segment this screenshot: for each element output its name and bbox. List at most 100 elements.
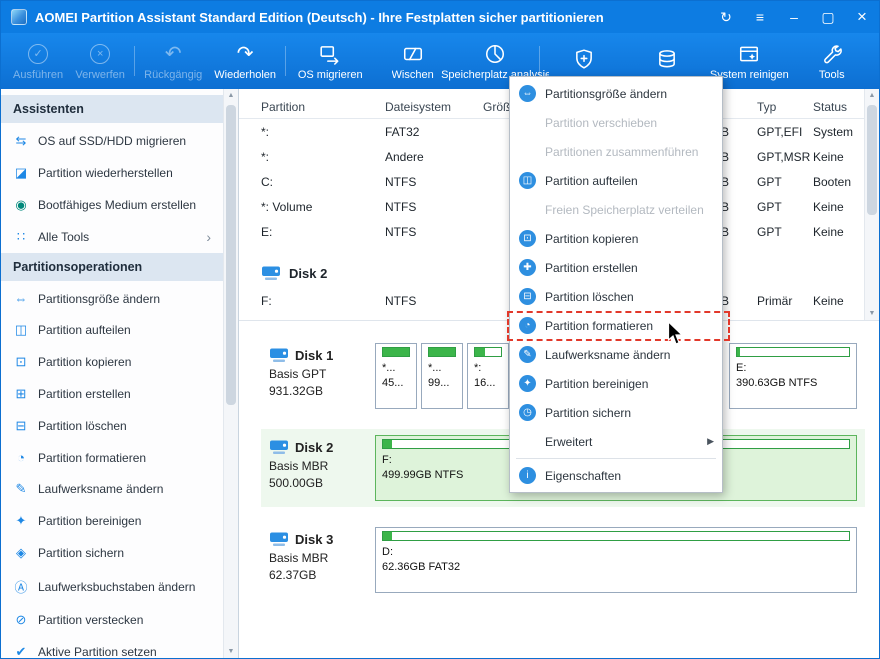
- close-button[interactable]: ×: [845, 1, 879, 33]
- toolbar-button-migrate-os[interactable]: OS migrieren: [289, 36, 371, 86]
- clean-system-icon: [738, 42, 760, 66]
- sidebar-item-partition-sichern[interactable]: ◈ Partition sichern: [1, 537, 223, 569]
- cell-typ: GPT: [757, 224, 782, 239]
- partition-löschen-icon: ⊟: [519, 288, 536, 305]
- disk-info-disk-1[interactable]: Disk 1 Basis GPT 931.32GB: [269, 343, 363, 409]
- body: Assistenten ⇆ OS auf SSD/HDD migrieren ◪ Par…: [1, 89, 879, 658]
- scroll-down-icon[interactable]: ▼: [865, 310, 879, 317]
- toolbar-button-label: OS migrieren: [297, 69, 363, 81]
- col-typ: Typ: [757, 99, 777, 114]
- sidebar-item-partition-formatieren[interactable]: ◔ Partition formatieren: [1, 442, 223, 473]
- disk-icon: [261, 265, 281, 281]
- sidebar-item-aktive-partition-setzen[interactable]: ✔ Aktive Partition setzen: [1, 636, 223, 658]
- sidebar-item-partition-löschen[interactable]: ⊟ Partition löschen: [1, 410, 223, 442]
- usage-bar: [382, 531, 850, 541]
- context-menu-item-partition-aufteilen[interactable]: ◫ Partition aufteilen: [510, 166, 722, 195]
- cell-filesystem: NTFS: [385, 174, 417, 189]
- cell-partition: C:: [261, 174, 273, 189]
- context-menu-item-partition-sichern[interactable]: ◷ Partition sichern: [510, 398, 722, 427]
- sidebar-item-laufwerksname-ändern[interactable]: ✎ Laufwerksname ändern: [1, 473, 223, 505]
- sidebar-scrollbar[interactable]: ▲ ▼: [223, 89, 238, 658]
- sidebar-item-partition-erstellen[interactable]: ⊞ Partition erstellen: [1, 378, 223, 410]
- sidebar-content: Assistenten ⇆ OS auf SSD/HDD migrieren ◪ Par…: [1, 89, 223, 658]
- partition-detail: 16...: [474, 377, 496, 390]
- partition-box-item-0[interactable]: *: 16...: [467, 343, 509, 409]
- partitionsgröße-ändern-icon: ⇔: [519, 85, 536, 102]
- toolbar-button-execute: ✓ Ausführen: [7, 36, 69, 86]
- context-menu-item-partitionsgröße-ändern[interactable]: ⇔ Partitionsgröße ändern: [510, 79, 722, 108]
- disk-icon: [269, 347, 289, 363]
- context-menu-item-partition-erstellen[interactable]: ✚ Partition erstellen: [510, 253, 722, 282]
- disk-icon: [269, 439, 289, 455]
- context-menu-item-erweitert[interactable]: Erweitert ▶: [510, 427, 722, 456]
- minimize-button[interactable]: –: [777, 1, 811, 33]
- context-menu-item-eigenschaften[interactable]: i Eigenschaften: [510, 461, 722, 490]
- refresh-icon[interactable]: ↻: [709, 1, 743, 33]
- maximize-button[interactable]: ▢: [811, 1, 845, 33]
- partition-box-e-0[interactable]: E: 390.63GB NTFS: [729, 343, 857, 409]
- sidebar-item-laufwerksbuchstaben-ändern[interactable]: Ⓐ Laufwerksbuchstaben ändern: [1, 569, 223, 604]
- sidebar-item-label: OS auf SSD/HDD migrieren: [38, 134, 187, 148]
- sidebar-item-alle-tools[interactable]: ∷ Alle Tools ›: [1, 221, 223, 253]
- disk-info-disk-3[interactable]: Disk 3 Basis MBR 62.37GB: [269, 527, 363, 593]
- freien-speicherplatz-verteilen-icon: [519, 201, 536, 218]
- sidebar-item-label: Partitionsgröße ändern: [38, 291, 161, 306]
- partition-box-item-0[interactable]: *... 99...: [421, 343, 463, 409]
- hide-partition-icon: ⊘: [15, 612, 27, 627]
- toolbar-button-label: Ausführen: [13, 69, 64, 81]
- cell-typ: GPT: [757, 199, 782, 214]
- usage-bar: [474, 347, 502, 357]
- usage-bar-fill: [429, 348, 455, 356]
- scrollbar-thumb[interactable]: [226, 105, 236, 405]
- toolbar-button-tools[interactable]: Tools: [791, 36, 873, 86]
- context-menu-item-partition-formatieren[interactable]: ◔ Partition formatieren: [507, 311, 730, 341]
- partition-aufteilen-icon: ◫: [519, 172, 536, 189]
- cell-status: Booten: [813, 174, 852, 189]
- sidebar: Assistenten ⇆ OS auf SSD/HDD migrieren ◪ Par…: [1, 89, 239, 658]
- submenu-arrow-icon: ▶: [707, 436, 714, 446]
- sidebar-item-partition-bereinigen[interactable]: ✦ Partition bereinigen: [1, 505, 223, 537]
- cell-typ: GPT,MSR: [757, 149, 811, 164]
- context-menu-item-partition-bereinigen[interactable]: ✦ Partition bereinigen: [510, 369, 722, 398]
- scroll-up-icon[interactable]: ▲: [865, 92, 879, 99]
- menu-item-label: Eigenschaften: [545, 468, 622, 483]
- sidebar-item-bootfähiges-medium-erstellen[interactable]: ◉ Bootfähiges Medium erstellen: [1, 189, 223, 221]
- menu-item-label: Erweitert: [545, 434, 593, 449]
- scrollbar-thumb[interactable]: [867, 105, 877, 215]
- copy-partition-icon: ⊡: [15, 354, 27, 369]
- table-scrollbar[interactable]: ▲ ▼: [864, 89, 879, 320]
- disk-type: Basis GPT: [269, 367, 327, 381]
- menu-item-label: Laufwerksname ändern: [545, 347, 671, 362]
- sidebar-item-partition-wiederherstellen[interactable]: ◪ Partition wiederherstellen: [1, 157, 223, 189]
- menu-item-label: Partition formatieren: [545, 318, 654, 333]
- sidebar-item-partition-aufteilen[interactable]: ◫ Partition aufteilen: [1, 314, 223, 346]
- chevron-right-icon: ›: [206, 229, 211, 245]
- sidebar-item-partition-verstecken[interactable]: ⊘ Partition verstecken: [1, 604, 223, 636]
- sidebar-item-label: Partition löschen: [38, 419, 127, 433]
- disk-name: Disk 3: [295, 531, 334, 547]
- partition-box-item-0[interactable]: *... 45...: [375, 343, 417, 409]
- sidebar-item-os-auf-ssd-hdd-migrieren[interactable]: ⇆ OS auf SSD/HDD migrieren: [1, 125, 223, 157]
- disk-size: 931.32GB: [269, 384, 324, 399]
- disk-panel-disk-3: Disk 3 Basis MBR 62.37GB D: 62.36GB FAT32: [261, 521, 865, 599]
- usage-bar-fill: [383, 440, 393, 448]
- partition-detail: 45...: [382, 377, 404, 390]
- disk-info-disk-2[interactable]: Disk 2 Basis MBR 500.00GB: [269, 435, 363, 501]
- toolbar-button-redo[interactable]: ↷ Wiederholen: [208, 36, 282, 86]
- menu-icon[interactable]: ≡: [743, 1, 777, 33]
- format-partition-icon: ◔: [17, 450, 25, 465]
- context-menu-item-laufwerksname-ändern[interactable]: ✎ Laufwerksname ändern: [510, 340, 722, 369]
- secure-erase-icon: [656, 47, 678, 71]
- sidebar-item-partition-kopieren[interactable]: ⊡ Partition kopieren: [1, 346, 223, 378]
- context-menu-item-partition-löschen[interactable]: ⊟ Partition löschen: [510, 282, 722, 311]
- sidebar-item-label: Partition verstecken: [38, 613, 144, 627]
- menu-item-label: Freien Speicherplatz verteilen: [545, 202, 704, 217]
- context-menu-item-partition-kopieren[interactable]: ⊡ Partition kopieren: [510, 224, 722, 253]
- scroll-up-icon[interactable]: ▲: [224, 92, 238, 99]
- scroll-down-icon[interactable]: ▼: [224, 648, 238, 655]
- wipe-partition-icon: ✦: [15, 513, 27, 528]
- partition-box-d-2[interactable]: D: 62.36GB FAT32: [375, 527, 857, 593]
- sidebar-item-partitionsgröße-ändern[interactable]: ⇔ Partitionsgröße ändern: [1, 283, 223, 314]
- menu-item-label: Partition aufteilen: [545, 173, 638, 188]
- partition-label: E:: [736, 362, 747, 374]
